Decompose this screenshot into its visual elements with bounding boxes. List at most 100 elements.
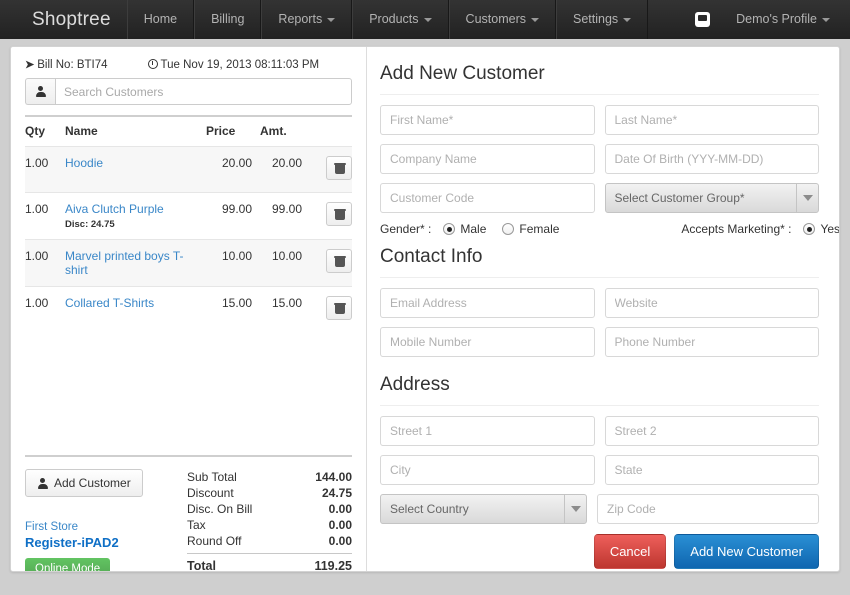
trash-icon [334,303,346,314]
zip-code-field[interactable] [597,494,819,524]
nav-item-products[interactable]: Products [352,0,449,39]
customer-code-field[interactable] [380,183,595,213]
gender-label: Gender* : [380,222,432,236]
cell-amt: 99.00 [258,192,308,240]
cell-delete [308,239,352,287]
summary-divider [187,553,352,554]
bill-summary: Add Customer First Store Register-iPAD2 … [25,455,352,572]
bill-items-body: 1.00 Hoodie 20.00 20.00 1.00 Aiva Clutch… [25,146,352,332]
customer-group-select[interactable]: Select Customer Group* [604,183,819,213]
cell-qty: 1.00 [25,286,65,332]
trash-icon [334,256,346,267]
country-select[interactable]: Select Country [380,494,587,524]
nav-item-reports[interactable]: Reports [261,0,353,39]
nav-label-reports: Reports [278,12,323,26]
phone-number-field[interactable] [604,327,819,357]
nav-label-billing: Billing [211,12,245,26]
chevron-down-icon [530,17,539,22]
cancel-button[interactable]: Cancel [593,534,667,569]
radio-icon [502,223,515,235]
bill-items-head: Qty Name Price Amt. [25,115,352,147]
register-name-link[interactable]: Register-iPAD2 [25,535,175,550]
gender-option-male[interactable]: Male [443,222,486,236]
bill-items-table: Qty Name Price Amt. 1.00 Hoodie 20.00 20… [25,115,352,332]
state-field[interactable] [604,455,819,485]
bill-number: ➤ Bill No: BTI74 [25,58,108,71]
summary-value: 0.00 [328,534,352,548]
person-icon [35,86,46,97]
chevron-right-icon: ➤ [25,59,35,71]
summary-value: 0.00 [328,518,352,532]
mobile-phone-row [380,327,819,357]
gender-option-female-label: Female [519,222,560,236]
store-name-link[interactable]: First Store [25,521,175,533]
city-field[interactable] [380,455,595,485]
item-link[interactable]: Marvel printed boys T-shirt [65,249,184,277]
cell-name: Collared T-Shirts [65,286,204,332]
first-name-field[interactable] [380,105,595,135]
column-header-price: Price [204,115,258,147]
chevron-down-icon [423,17,432,22]
person-icon [37,477,48,489]
add-customer-button[interactable]: Add Customer [25,469,143,497]
summary-value: 24.75 [321,486,352,500]
nav-item-customers[interactable]: Customers [448,0,556,39]
gender-option-female[interactable]: Female [502,222,559,236]
street2-field[interactable] [604,416,819,446]
nav-label-products: Products [369,12,419,26]
marketing-option-yes[interactable]: Yes [803,222,840,236]
company-name-field[interactable] [380,144,595,174]
nav-item-home[interactable]: Home [126,0,195,39]
cell-delete [308,146,352,193]
total-value: 119.25 [314,559,352,572]
bill-datetime-label: Tue Nov 19, 2013 08:11:03 PM [160,58,320,71]
website-field[interactable] [604,288,819,318]
street1-field[interactable] [380,416,595,446]
last-name-field[interactable] [604,105,819,135]
add-new-customer-button[interactable]: Add New Customer [674,534,819,569]
nav-item-billing[interactable]: Billing [194,0,262,39]
customer-lookup-button[interactable] [25,78,55,105]
delete-item-button[interactable] [326,249,352,273]
date-of-birth-field[interactable] [604,144,819,174]
add-customer-label: Add Customer [54,476,131,490]
item-link[interactable]: Aiva Clutch Purple [65,202,164,216]
navbar-right: Demo's Profile [695,0,850,39]
profile-menu[interactable]: Demo's Profile [736,0,830,39]
delete-item-button[interactable] [326,202,352,226]
customer-form-panel: Add New Customer Select Customer Group* [368,47,840,571]
mobile-number-field[interactable] [380,327,595,357]
bill-panel: ➤ Bill No: BTI74 Tue Nov 19, 2013 08:11:0… [11,47,367,572]
summary-row-subtotal: Sub Total 144.00 [187,469,352,485]
item-link[interactable]: Hoodie [65,156,103,170]
street-row [380,416,819,446]
brand-logo[interactable]: Shoptree [0,0,127,39]
total-label: Total [187,559,216,572]
nav-item-settings[interactable]: Settings [555,0,649,39]
address-title: Address [380,374,450,395]
column-header-qty: Qty [25,115,65,147]
delete-item-button[interactable] [326,156,352,180]
online-mode-badge[interactable]: Online Mode [25,558,111,571]
title-divider [380,94,819,95]
radio-icon [803,223,816,235]
item-link[interactable]: Collared T-Shirts [65,296,154,310]
trash-icon [334,209,346,220]
summary-row-disc-on-bill: Disc. On Bill 0.00 [187,501,352,517]
marketing-option-yes-label: Yes [820,222,840,236]
summary-value: 0.00 [328,502,352,516]
customer-search-row [11,76,366,105]
code-group-row: Select Customer Group* [380,183,819,213]
chevron-down-icon [796,184,818,212]
search-customers-input[interactable] [55,78,352,105]
delete-item-button[interactable] [326,296,352,320]
clock-icon [147,58,158,69]
email-field[interactable] [380,288,595,318]
register-icon[interactable] [695,12,711,27]
radio-icon [443,223,456,235]
cell-price: 20.00 [204,146,258,193]
city-state-row [380,455,819,485]
trash-icon [334,163,346,174]
cell-delete [308,286,352,332]
cell-qty: 1.00 [25,146,65,193]
